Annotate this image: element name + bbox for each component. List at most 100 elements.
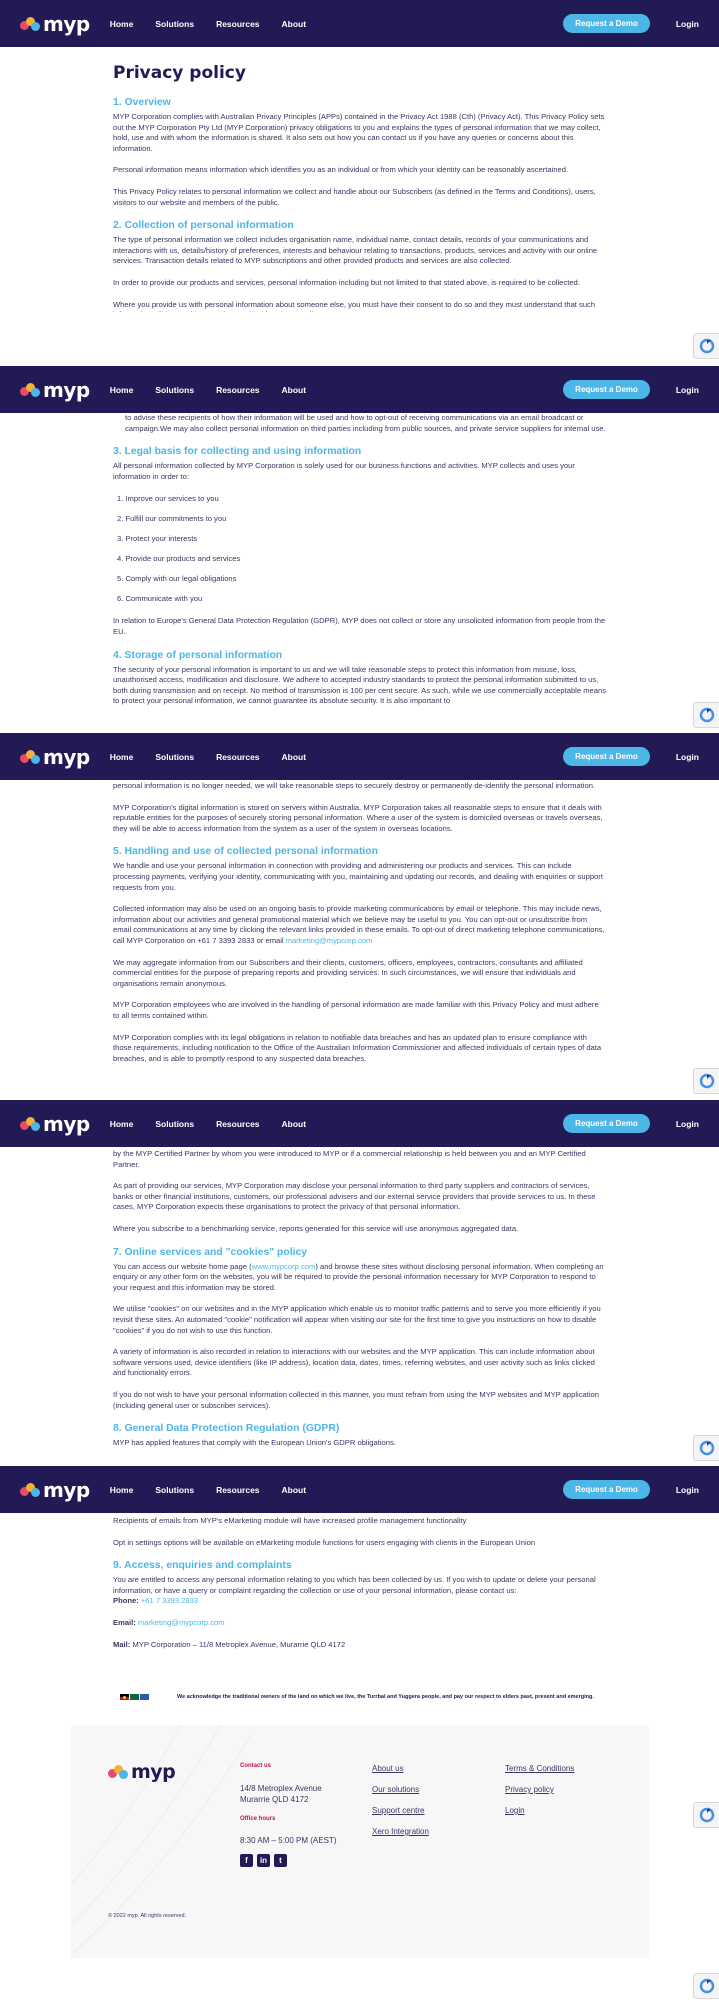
paragraph: You are entitled to access any personal … <box>113 1575 596 1606</box>
contact-heading: Contact us <box>240 1763 272 1769</box>
nav-solutions[interactable]: Solutions <box>155 1485 194 1495</box>
paragraph: Opt in settings options will be availabl… <box>113 1537 536 1547</box>
recaptcha-badge[interactable] <box>693 333 719 359</box>
social-links: f in t <box>240 1854 336 1867</box>
phone-link[interactable]: +61 7 3393 2833 <box>141 1596 198 1605</box>
request-demo-button[interactable]: Request a Demo <box>563 1480 650 1499</box>
paragraph: Where you provide us with personal infor… <box>113 299 596 312</box>
recaptcha-icon <box>699 1073 714 1089</box>
nav-solutions[interactable]: Solutions <box>155 1119 194 1129</box>
footer-link-solutions[interactable]: Our solutions <box>372 1784 429 1795</box>
footer-link-login[interactable]: Login <box>505 1805 574 1816</box>
paragraph: MYP has applied features that comply wit… <box>113 1438 396 1448</box>
list-item: 6. Communicate with you <box>117 593 203 603</box>
recaptcha-badge[interactable] <box>693 702 719 728</box>
copyright: © 2022 myp. All rights reserved. <box>108 1913 187 1919</box>
nav-solutions[interactable]: Solutions <box>155 385 194 395</box>
footer-link-about[interactable]: About us <box>372 1763 429 1774</box>
heading-access: 9. Access, enquiries and complaints <box>113 1560 292 1572</box>
email-link[interactable]: marketing@mypcorp.com <box>138 1618 225 1627</box>
logo-icon <box>20 16 40 31</box>
logo[interactable]: myp <box>20 12 90 36</box>
login-link[interactable]: Login <box>676 1485 699 1495</box>
recaptcha-badge[interactable] <box>693 1435 719 1461</box>
footer-links-2: Terms & Conditions Privacy policy Login <box>505 1763 574 1826</box>
logo-icon <box>108 1765 128 1779</box>
office-hours: 8:30 AM – 5:00 PM (AEST) <box>240 1836 337 1845</box>
paragraph: As part of providing our services, MYP C… <box>113 1181 596 1212</box>
footer-link-privacy[interactable]: Privacy policy <box>505 1784 574 1795</box>
paragraph: MYP Corporation complies with Australian… <box>113 112 605 153</box>
paragraph: Personal information means information w… <box>113 165 569 175</box>
logo-icon <box>20 382 40 397</box>
nav-resources[interactable]: Resources <box>216 1119 259 1129</box>
recaptcha-icon <box>699 1440 714 1456</box>
nav-resources[interactable]: Resources <box>216 385 259 395</box>
logo[interactable]: myp <box>20 1112 90 1136</box>
recaptcha-badge[interactable] <box>693 1068 719 1094</box>
nav-resources[interactable]: Resources <box>216 752 259 762</box>
logo-icon <box>20 1482 40 1497</box>
request-demo-button[interactable]: Request a Demo <box>563 380 650 399</box>
footer-decoration <box>71 1725 251 1956</box>
request-demo-button[interactable]: Request a Demo <box>563 747 650 766</box>
nav-resources[interactable]: Resources <box>216 19 259 29</box>
recaptcha-badge[interactable] <box>693 1802 719 1828</box>
paragraph: MYP Corporation employees who are involv… <box>113 1000 599 1020</box>
request-demo-button[interactable]: Request a Demo <box>563 1114 650 1133</box>
page-title: Privacy policy <box>113 63 246 83</box>
marketing-email-link[interactable]: marketing@mypcorp.com <box>286 936 373 945</box>
nav-resources[interactable]: Resources <box>216 1485 259 1495</box>
paragraph: In order to provide our products and ser… <box>113 277 580 287</box>
linkedin-icon[interactable]: in <box>257 1854 270 1867</box>
paragraph: We handle and use your personal informat… <box>113 861 603 892</box>
login-link[interactable]: Login <box>676 1119 699 1129</box>
heading-overview: 1. Overview <box>113 97 171 108</box>
logo-icon <box>20 1116 40 1131</box>
nav-about[interactable]: About <box>282 19 307 29</box>
contact-email: Email: marketing@mypcorp.com <box>113 1617 225 1627</box>
acknowledgement: We acknowledge the traditional owners of… <box>120 1694 594 1700</box>
nav-about[interactable]: About <box>282 385 307 395</box>
nav-solutions[interactable]: Solutions <box>155 19 194 29</box>
twitter-icon[interactable]: t <box>274 1854 287 1867</box>
logo-icon <box>20 749 40 764</box>
footer-logo[interactable]: myp <box>108 1761 176 1783</box>
paragraph: A variety of information is also recorde… <box>113 1347 595 1378</box>
nav-about[interactable]: About <box>282 1485 307 1495</box>
footer-link-xero[interactable]: Xero Integration <box>372 1826 429 1837</box>
logo[interactable]: myp <box>20 745 90 769</box>
paragraph: You can access our website home page (ww… <box>113 1261 604 1292</box>
heading-gdpr: 8. General Data Protection Regulation (G… <box>113 1423 340 1435</box>
nav-home[interactable]: Home <box>110 1119 134 1129</box>
paragraph: to advise these recipients of how their … <box>125 413 606 433</box>
nav-home[interactable]: Home <box>110 752 134 762</box>
heading-legal-basis: 3. Legal basis for collecting and using … <box>113 446 362 458</box>
login-link[interactable]: Login <box>676 19 699 29</box>
section-overview: 1. Overview MYP Corporation complies wit… <box>113 96 607 312</box>
recaptcha-icon <box>699 1807 714 1823</box>
nav-about[interactable]: About <box>282 752 307 762</box>
logo[interactable]: myp <box>20 1478 90 1502</box>
paragraph: The type of personal information we coll… <box>113 235 598 266</box>
logo[interactable]: myp <box>20 378 90 402</box>
footer-link-terms[interactable]: Terms & Conditions <box>505 1763 574 1774</box>
facebook-icon[interactable]: f <box>240 1854 253 1867</box>
login-link[interactable]: Login <box>676 385 699 395</box>
paragraph: All personal information collected by MY… <box>113 461 575 481</box>
nav-home[interactable]: Home <box>110 385 134 395</box>
purpose-list: 1. Improve our services to you 2. Fulfil… <box>117 494 607 604</box>
website-link[interactable]: www.mypcorp.com <box>252 1262 316 1271</box>
login-link[interactable]: Login <box>676 752 699 762</box>
recaptcha-badge[interactable] <box>693 1973 719 1999</box>
paragraph: We may aggregate information from our Su… <box>113 957 583 988</box>
nav-about[interactable]: About <box>282 1119 307 1129</box>
hours-heading: Office hours <box>240 1816 276 1822</box>
list-item: 3. Protect your interests <box>117 534 198 544</box>
nav-solutions[interactable]: Solutions <box>155 752 194 762</box>
request-demo-button[interactable]: Request a Demo <box>563 14 650 33</box>
nav-home[interactable]: Home <box>110 1485 134 1495</box>
nav-home[interactable]: Home <box>110 19 134 29</box>
footer-link-support[interactable]: Support centre <box>372 1805 429 1816</box>
heading-cookies: 7. Online services and "cookies" policy <box>113 1246 308 1258</box>
